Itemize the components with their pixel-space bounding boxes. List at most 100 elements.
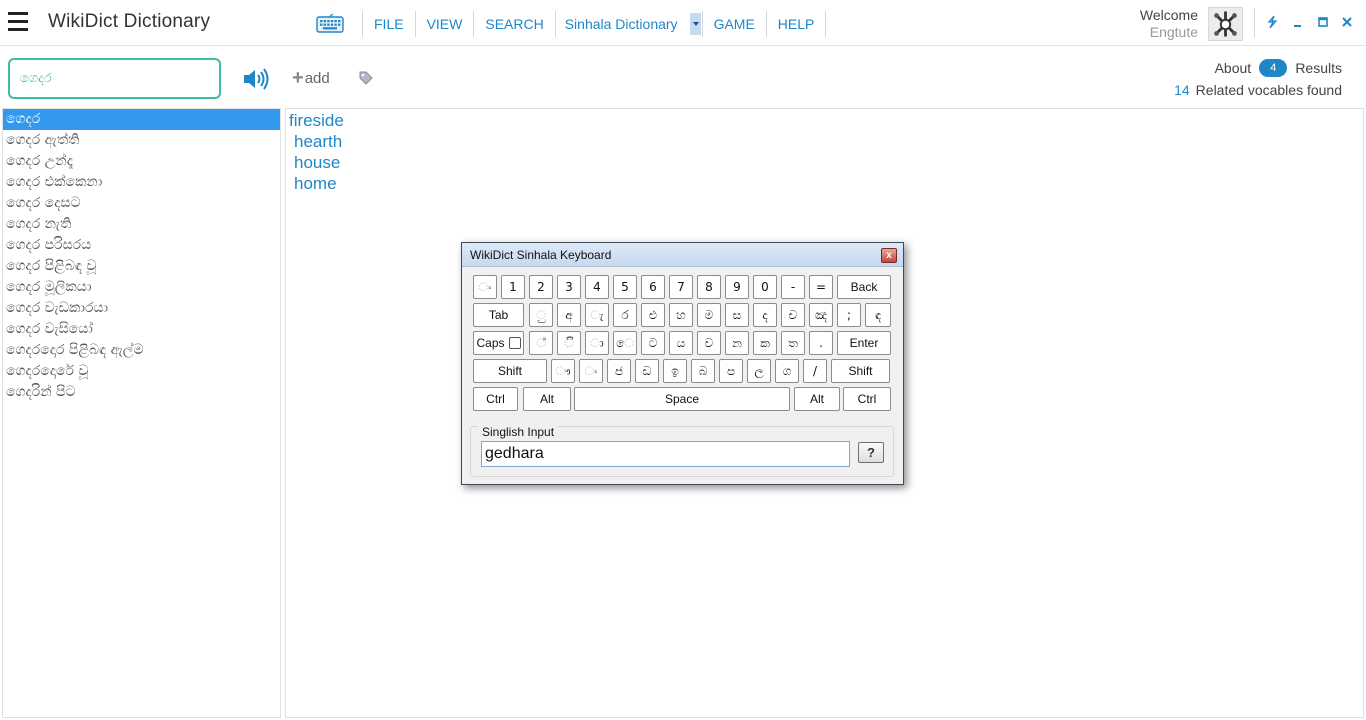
key[interactable]: 3	[557, 275, 581, 299]
key[interactable]: ච	[781, 303, 805, 327]
key-shift[interactable]: Shift	[473, 359, 547, 383]
key[interactable]: ්	[529, 331, 553, 355]
dictionary-select[interactable]: Sinhala Dictionary	[556, 11, 702, 37]
key[interactable]: න	[725, 331, 749, 355]
dialog-close-button[interactable]: x	[881, 248, 897, 263]
list-item[interactable]: ගෙදරින් පිට	[3, 382, 280, 403]
key[interactable]: 7	[669, 275, 693, 299]
menu-view[interactable]: VIEW	[416, 10, 474, 38]
key[interactable]: 4	[585, 275, 609, 299]
key[interactable]: ි	[557, 331, 581, 355]
key[interactable]: ං	[473, 275, 497, 299]
avatar[interactable]	[1208, 7, 1243, 41]
chevron-down-icon[interactable]	[689, 13, 701, 35]
list-item[interactable]: ගෙදර වැඩකාරයා	[3, 298, 280, 319]
key[interactable]: 8	[697, 275, 721, 299]
list-item[interactable]: ගෙදර පරිසරය	[3, 235, 280, 256]
key[interactable]: 0	[753, 275, 777, 299]
key[interactable]: -	[781, 275, 805, 299]
search-input[interactable]	[8, 58, 221, 99]
key[interactable]: ට	[641, 331, 665, 355]
list-item[interactable]: ගෙදර	[3, 109, 280, 130]
key-label: ා	[590, 336, 604, 350]
key[interactable]: එ	[641, 303, 665, 327]
key-ctrl[interactable]: Ctrl	[473, 387, 518, 411]
key[interactable]: ල	[747, 359, 771, 383]
key[interactable]: ා	[585, 331, 609, 355]
key-caps[interactable]: Caps	[473, 331, 524, 355]
speaker-icon[interactable]	[242, 66, 270, 92]
menu-file[interactable]: FILE	[363, 10, 415, 38]
list-item[interactable]: ගෙදර ඇත්ති	[3, 130, 280, 151]
help-button[interactable]: ?	[858, 442, 884, 463]
key[interactable]: ත	[781, 331, 805, 355]
list-item[interactable]: ගෙදර එක්කෙනා	[3, 172, 280, 193]
minimize-icon[interactable]	[1291, 14, 1305, 30]
key[interactable]: ද	[753, 303, 777, 327]
menu-help[interactable]: HELP	[767, 10, 826, 38]
singlish-input[interactable]	[481, 441, 850, 467]
list-item[interactable]: ගෙදර උන්දෑ	[3, 151, 280, 172]
key[interactable]: බ	[691, 359, 715, 383]
flash-icon[interactable]	[1265, 14, 1279, 30]
key[interactable]: ප	[719, 359, 743, 383]
key[interactable]: ඳ	[865, 303, 891, 327]
key[interactable]: ව	[697, 331, 721, 355]
key[interactable]: 2	[529, 275, 553, 299]
key-ctrl[interactable]: Ctrl	[843, 387, 891, 411]
list-item[interactable]: ගෙදර පිළිබඳ වූ	[3, 256, 280, 277]
key[interactable]: ු	[529, 303, 553, 327]
key[interactable]: ෟ	[551, 359, 575, 383]
key[interactable]: 6	[641, 275, 665, 299]
meaning-item[interactable]: fireside	[286, 110, 1363, 131]
key[interactable]: =	[809, 275, 833, 299]
list-item[interactable]: ගෙදර දෙසට	[3, 193, 280, 214]
restore-icon[interactable]	[1316, 14, 1330, 30]
key-enter[interactable]: Enter	[837, 331, 891, 355]
list-item[interactable]: ගෙදර නැති	[3, 214, 280, 235]
key[interactable]: .	[809, 331, 833, 355]
key[interactable]: ඤ	[809, 303, 833, 327]
meaning-item[interactable]: hearth	[286, 131, 1363, 152]
key-space[interactable]: Space	[574, 387, 790, 411]
key[interactable]: ඩ	[635, 359, 659, 383]
key[interactable]: හ	[669, 303, 693, 327]
key[interactable]: ග	[775, 359, 799, 383]
key-tab[interactable]: Tab	[473, 303, 524, 327]
menu-search[interactable]: SEARCH	[474, 10, 554, 38]
meaning-item[interactable]: house	[286, 152, 1363, 173]
menu-game[interactable]: GAME	[703, 10, 766, 38]
key[interactable]: ;	[837, 303, 861, 327]
key[interactable]: ෙ	[613, 331, 637, 355]
key-alt[interactable]: Alt	[523, 387, 571, 411]
key[interactable]: 5	[613, 275, 637, 299]
key-shift[interactable]: Shift	[831, 359, 890, 383]
key[interactable]: ඉ	[663, 359, 687, 383]
add-button[interactable]: + add	[292, 68, 330, 88]
caps-checkbox[interactable]	[508, 337, 521, 349]
key-alt[interactable]: Alt	[794, 387, 840, 411]
key[interactable]: 9	[725, 275, 749, 299]
meaning-item[interactable]: home	[286, 173, 1363, 194]
key[interactable]: ය	[669, 331, 693, 355]
list-item[interactable]: ගෙදරදොර පිළිබඳ ඇල්ම	[3, 340, 280, 361]
hamburger-menu-icon[interactable]	[8, 12, 28, 31]
list-item[interactable]: ගෙදර වැසියෝ	[3, 319, 280, 340]
list-item[interactable]: ගෙදර මූලිකයා	[3, 277, 280, 298]
keyboard-icon[interactable]	[316, 13, 344, 33]
key[interactable]: ජ	[607, 359, 631, 383]
tag-icon[interactable]	[358, 70, 374, 86]
key[interactable]: 1	[501, 275, 525, 299]
list-item[interactable]: ගෙදරදොරේ වූ	[3, 361, 280, 382]
key[interactable]: අ	[557, 303, 581, 327]
key[interactable]: /	[803, 359, 827, 383]
key[interactable]: ම	[697, 303, 721, 327]
key[interactable]: ං	[579, 359, 603, 383]
key[interactable]: ැ	[585, 303, 609, 327]
dialog-titlebar[interactable]: WikiDict Sinhala Keyboard x	[462, 243, 903, 267]
key[interactable]: ස	[725, 303, 749, 327]
close-icon[interactable]	[1340, 14, 1354, 30]
key[interactable]: ක	[753, 331, 777, 355]
key-back[interactable]: Back	[837, 275, 891, 299]
key[interactable]: ර	[613, 303, 637, 327]
